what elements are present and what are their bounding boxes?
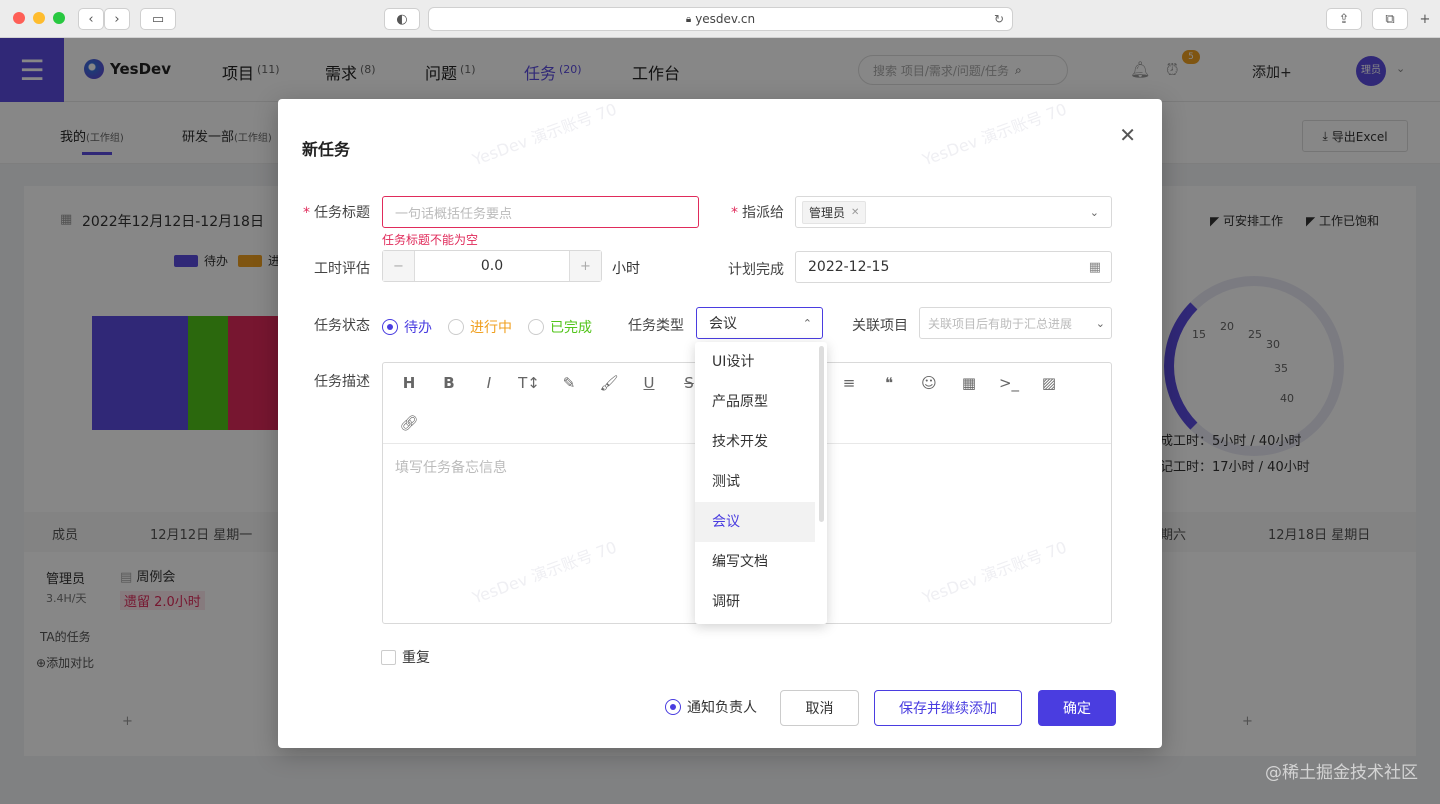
save-and-continue-button[interactable]: 保存并继续添加: [874, 690, 1022, 726]
radio-label: 待办: [404, 320, 432, 336]
assign-label: * 指派给: [731, 205, 784, 221]
assignee-name: 管理员: [809, 205, 846, 220]
maximize-window-button[interactable]: [53, 12, 65, 24]
confirm-button[interactable]: 确定: [1038, 690, 1116, 726]
title-label: * 任务标题: [303, 205, 370, 221]
notify-owner-radio[interactable]: 通知负责人: [665, 697, 757, 717]
project-select[interactable]: 关联项目后有助于汇总进展 ⌄: [919, 307, 1112, 339]
new-task-dialog: 新任务 ✕ * 任务标题 一句话概括任务要点 任务标题不能为空 * 指派给 管理员 ✕…: [278, 99, 1162, 748]
status-doing-radio[interactable]: 进行中: [448, 317, 512, 337]
share-icon[interactable]: ⇪: [1326, 8, 1362, 30]
calendar-icon: ▦: [1088, 259, 1101, 275]
type-option[interactable]: 测试: [695, 462, 815, 502]
close-icon[interactable]: ✕: [1119, 123, 1136, 147]
shield-icon[interactable]: ◐: [384, 8, 420, 30]
sidebar-toggle-icon[interactable]: ▭: [140, 8, 176, 30]
description-textarea[interactable]: 填写任务备忘信息: [395, 457, 507, 477]
italic-icon[interactable]: I: [477, 374, 501, 392]
heading-icon[interactable]: H: [397, 374, 421, 392]
address-bar[interactable]: 🔒︎ yesdev.cn ↻: [428, 7, 1013, 31]
assign-label-text: 指派给: [742, 205, 784, 221]
footer-watermark: @稀土掘金技术社区: [1265, 763, 1418, 783]
dropdown-scrollbar[interactable]: [819, 346, 824, 522]
increment-button[interactable]: +: [569, 251, 601, 281]
brush-icon[interactable]: 🖌︎: [597, 374, 621, 392]
type-option[interactable]: 调研: [695, 582, 815, 622]
status-done-radio[interactable]: 已完成: [528, 317, 592, 337]
forward-icon[interactable]: ›: [104, 8, 130, 30]
code-icon[interactable]: >_: [997, 374, 1021, 392]
radio-label: 已完成: [550, 320, 592, 336]
close-window-button[interactable]: [13, 12, 25, 24]
type-option[interactable]: 编写文档: [695, 542, 815, 582]
highlight-icon[interactable]: ✎: [557, 374, 581, 392]
watermark-text: YesDev 演示账号 70: [469, 99, 620, 170]
task-type-dropdown: UI设计 产品原型 技术开发 测试 会议 编写文档 调研: [695, 342, 827, 624]
reload-icon[interactable]: ↻: [994, 12, 1004, 26]
chevron-down-icon[interactable]: ⌄: [1095, 316, 1105, 330]
estimate-value[interactable]: 0.0: [415, 258, 569, 274]
task-title-input[interactable]: 一句话概括任务要点: [382, 196, 699, 228]
chevron-down-icon[interactable]: ⌄: [1090, 206, 1099, 219]
title-label-text: 任务标题: [314, 205, 370, 221]
checkbox-box: [381, 649, 396, 665]
radio-circle: [382, 319, 398, 335]
table-icon[interactable]: ▦: [957, 374, 981, 392]
decrement-button[interactable]: −: [383, 251, 415, 281]
minimize-window-button[interactable]: [33, 12, 45, 24]
type-option-selected[interactable]: 会议: [695, 502, 815, 542]
browser-toolbar: ‹ › ▭ ◐ 🔒︎ yesdev.cn ↻ ⇪ ⧉ +: [0, 0, 1440, 38]
assignee-select[interactable]: 管理员 ✕ ⌄: [795, 196, 1112, 228]
status-label: 任务状态: [314, 318, 370, 334]
due-date-value: 2022-12-15: [808, 259, 890, 275]
estimate-stepper[interactable]: − 0.0 +: [382, 250, 602, 282]
new-tab-icon[interactable]: +: [1414, 8, 1436, 30]
quote-icon[interactable]: ❝: [877, 374, 901, 392]
assignee-tag: 管理员 ✕: [802, 200, 867, 224]
bold-icon[interactable]: B: [437, 374, 461, 392]
repeat-checkbox[interactable]: 重复: [381, 647, 430, 667]
chevron-up-icon[interactable]: ⌃: [803, 317, 812, 330]
screen: ‹ › ▭ ◐ 🔒︎ yesdev.cn ↻ ⇪ ⧉ + ☰ YesDev 项目…: [0, 0, 1440, 804]
type-option[interactable]: 产品原型: [695, 382, 815, 422]
remove-tag-icon[interactable]: ✕: [851, 207, 859, 218]
dialog-title: 新任务: [302, 140, 351, 159]
font-size-icon[interactable]: T↕: [517, 374, 541, 392]
type-option[interactable]: UI设计: [695, 342, 815, 382]
cancel-button[interactable]: 取消: [780, 690, 859, 726]
radio-label: 进行中: [470, 320, 512, 336]
task-type-value: 会议: [709, 316, 737, 332]
status-radio-group: 待办 进行中 已完成: [382, 317, 608, 337]
title-error: 任务标题不能为空: [382, 233, 479, 247]
due-label: 计划完成: [728, 262, 784, 278]
align-icon[interactable]: ≡: [837, 374, 861, 392]
radio-circle: [665, 699, 681, 715]
task-type-select[interactable]: 会议 ⌃: [696, 307, 823, 339]
watermark-text: YesDev 演示账号 70: [919, 99, 1070, 170]
image-icon[interactable]: ▨: [1037, 374, 1061, 392]
status-todo-radio[interactable]: 待办: [382, 317, 432, 337]
emoji-icon[interactable]: ☺: [917, 374, 941, 392]
estimate-label: 工时评估: [314, 261, 370, 277]
desc-label: 任务描述: [314, 374, 370, 390]
lock-icon: 🔒︎: [685, 13, 692, 25]
task-title-placeholder: 一句话概括任务要点: [395, 206, 513, 222]
estimate-unit: 小时: [612, 261, 640, 277]
url-text: yesdev.cn: [695, 12, 756, 26]
repeat-label: 重复: [402, 650, 430, 666]
project-label: 关联项目: [852, 318, 908, 334]
project-placeholder: 关联项目后有助于汇总进展: [928, 316, 1073, 331]
underline-icon[interactable]: U: [637, 374, 661, 392]
type-option[interactable]: 技术开发: [695, 422, 815, 462]
due-date-picker[interactable]: 2022-12-15 ▦: [795, 251, 1112, 283]
radio-circle: [528, 319, 544, 335]
back-icon[interactable]: ‹: [78, 8, 104, 30]
tabs-icon[interactable]: ⧉: [1372, 8, 1408, 30]
radio-circle: [448, 319, 464, 335]
type-label: 任务类型: [628, 318, 684, 334]
notify-label: 通知负责人: [687, 700, 757, 716]
link-icon[interactable]: 🔗︎: [397, 414, 421, 432]
